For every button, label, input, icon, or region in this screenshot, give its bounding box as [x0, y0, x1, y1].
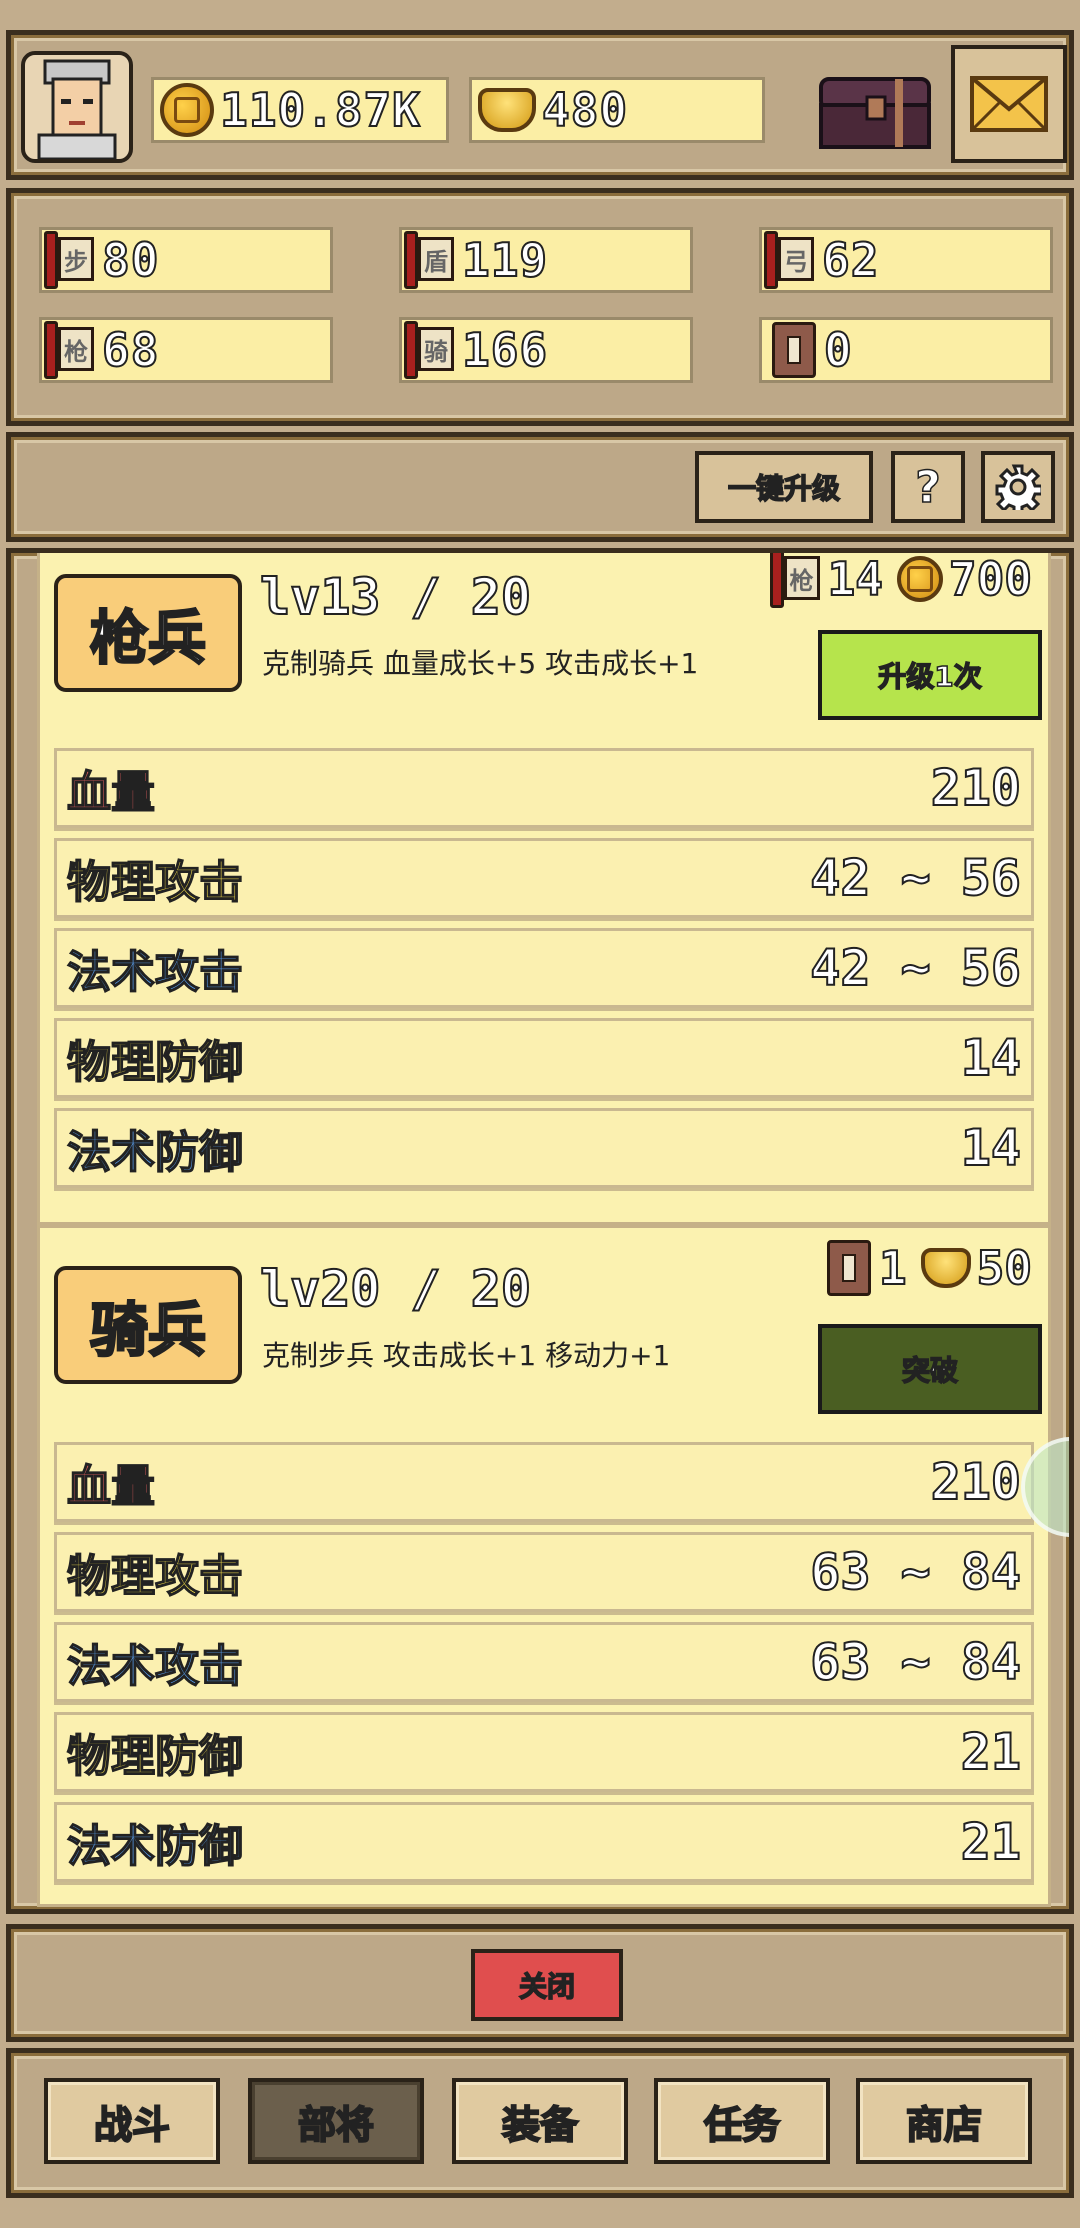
resource-infantry: 步 80 [39, 227, 333, 293]
gold-value: 110.87K [219, 82, 421, 138]
shield-token-icon: 盾 [404, 229, 458, 291]
book-icon [772, 322, 816, 378]
breakthrough-cost: 1 50 [826, 1240, 1040, 1296]
chest-icon [819, 77, 931, 149]
unit-card-spearman: 枪兵 lv13 / 20 克制骑兵 血量成长+5 攻击成长+1 枪 14 700… [37, 553, 1051, 1225]
upgrade-cost: 枪 14 700 [768, 553, 1040, 610]
stat-row-magic-attack: 法术攻击 42 ~ 56 [54, 928, 1034, 1008]
ingot-icon [920, 1248, 971, 1288]
unit-description: 克制骑兵 血量成长+5 攻击成长+1 [262, 647, 699, 680]
treasure-chest-button[interactable] [817, 75, 933, 151]
stat-row-physical-defense: 物理防御 21 [54, 1712, 1034, 1792]
gear-icon [995, 464, 1041, 510]
nav-equipment[interactable]: 装备 [452, 2078, 628, 2164]
mail-button[interactable] [951, 45, 1067, 163]
upgrade-once-button[interactable]: 升级1次 [818, 630, 1042, 720]
hero-portrait-icon [37, 59, 117, 159]
close-panel: 关闭 [6, 1924, 1074, 2042]
resource-book: 0 [759, 317, 1053, 383]
toolbar-panel: 一键升级 ? [6, 432, 1074, 542]
mail-icon [970, 76, 1048, 132]
unit-level: lv13 / 20 [259, 567, 532, 627]
stat-row-hp: 血量 210 [54, 748, 1034, 828]
stat-row-magic-defense: 法术防御 21 [54, 1802, 1034, 1882]
coin-icon [896, 556, 943, 602]
book-icon [826, 1240, 871, 1296]
stat-row-magic-defense: 法术防御 14 [54, 1108, 1034, 1188]
unit-name: 枪兵 [54, 574, 242, 692]
settings-button[interactable] [981, 451, 1055, 523]
ingot-icon [478, 88, 536, 132]
spear-token-icon: 枪 [769, 553, 824, 610]
gold-counter: 110.87K [151, 77, 449, 143]
stat-row-magic-attack: 法术攻击 63 ~ 84 [54, 1622, 1034, 1702]
stat-row-physical-defense: 物理防御 14 [54, 1018, 1034, 1098]
help-button[interactable]: ? [891, 451, 965, 523]
one-click-upgrade-button[interactable]: 一键升级 [695, 451, 873, 523]
unit-level: lv20 / 20 [259, 1259, 532, 1319]
nav-shop[interactable]: 商店 [856, 2078, 1032, 2164]
unit-name: 骑兵 [54, 1266, 242, 1384]
stat-row-physical-attack: 物理攻击 63 ~ 84 [54, 1532, 1034, 1612]
spear-token-icon: 枪 [44, 319, 98, 381]
resource-cavalry: 骑 166 [399, 317, 693, 383]
resource-archer: 弓 62 [759, 227, 1053, 293]
archer-token-icon: 弓 [764, 229, 818, 291]
resource-spear: 枪 68 [39, 317, 333, 383]
unit-card-cavalry: 骑兵 lv20 / 20 克制步兵 攻击成长+1 移动力+1 1 50 突破 血… [37, 1225, 1051, 1907]
cavalry-token-icon: 骑 [404, 319, 458, 381]
ingot-value: 480 [541, 82, 629, 138]
header-panel: 110.87K 480 [6, 30, 1074, 180]
unit-list-panel: 枪兵 lv13 / 20 克制骑兵 血量成长+5 攻击成长+1 枪 14 700… [6, 548, 1074, 1914]
breakthrough-button[interactable]: 突破 [818, 1324, 1042, 1414]
resource-shield: 盾 119 [399, 227, 693, 293]
close-button[interactable]: 关闭 [471, 1949, 623, 2021]
stat-row-physical-attack: 物理攻击 42 ~ 56 [54, 838, 1034, 918]
resources-panel: 步 80 盾 119 弓 62 枪 68 骑 166 0 [6, 188, 1074, 426]
nav-quests[interactable]: 任务 [654, 2078, 830, 2164]
help-icon: ? [914, 461, 941, 514]
stat-row-hp: 血量 210 [54, 1442, 1034, 1522]
avatar[interactable] [21, 51, 133, 163]
coin-icon [160, 83, 214, 137]
nav-generals[interactable]: 部将 [248, 2078, 424, 2164]
nav-battle[interactable]: 战斗 [44, 2078, 220, 2164]
unit-description: 克制步兵 攻击成长+1 移动力+1 [262, 1339, 671, 1372]
ingot-counter: 480 [469, 77, 765, 143]
infantry-token-icon: 步 [44, 229, 98, 291]
